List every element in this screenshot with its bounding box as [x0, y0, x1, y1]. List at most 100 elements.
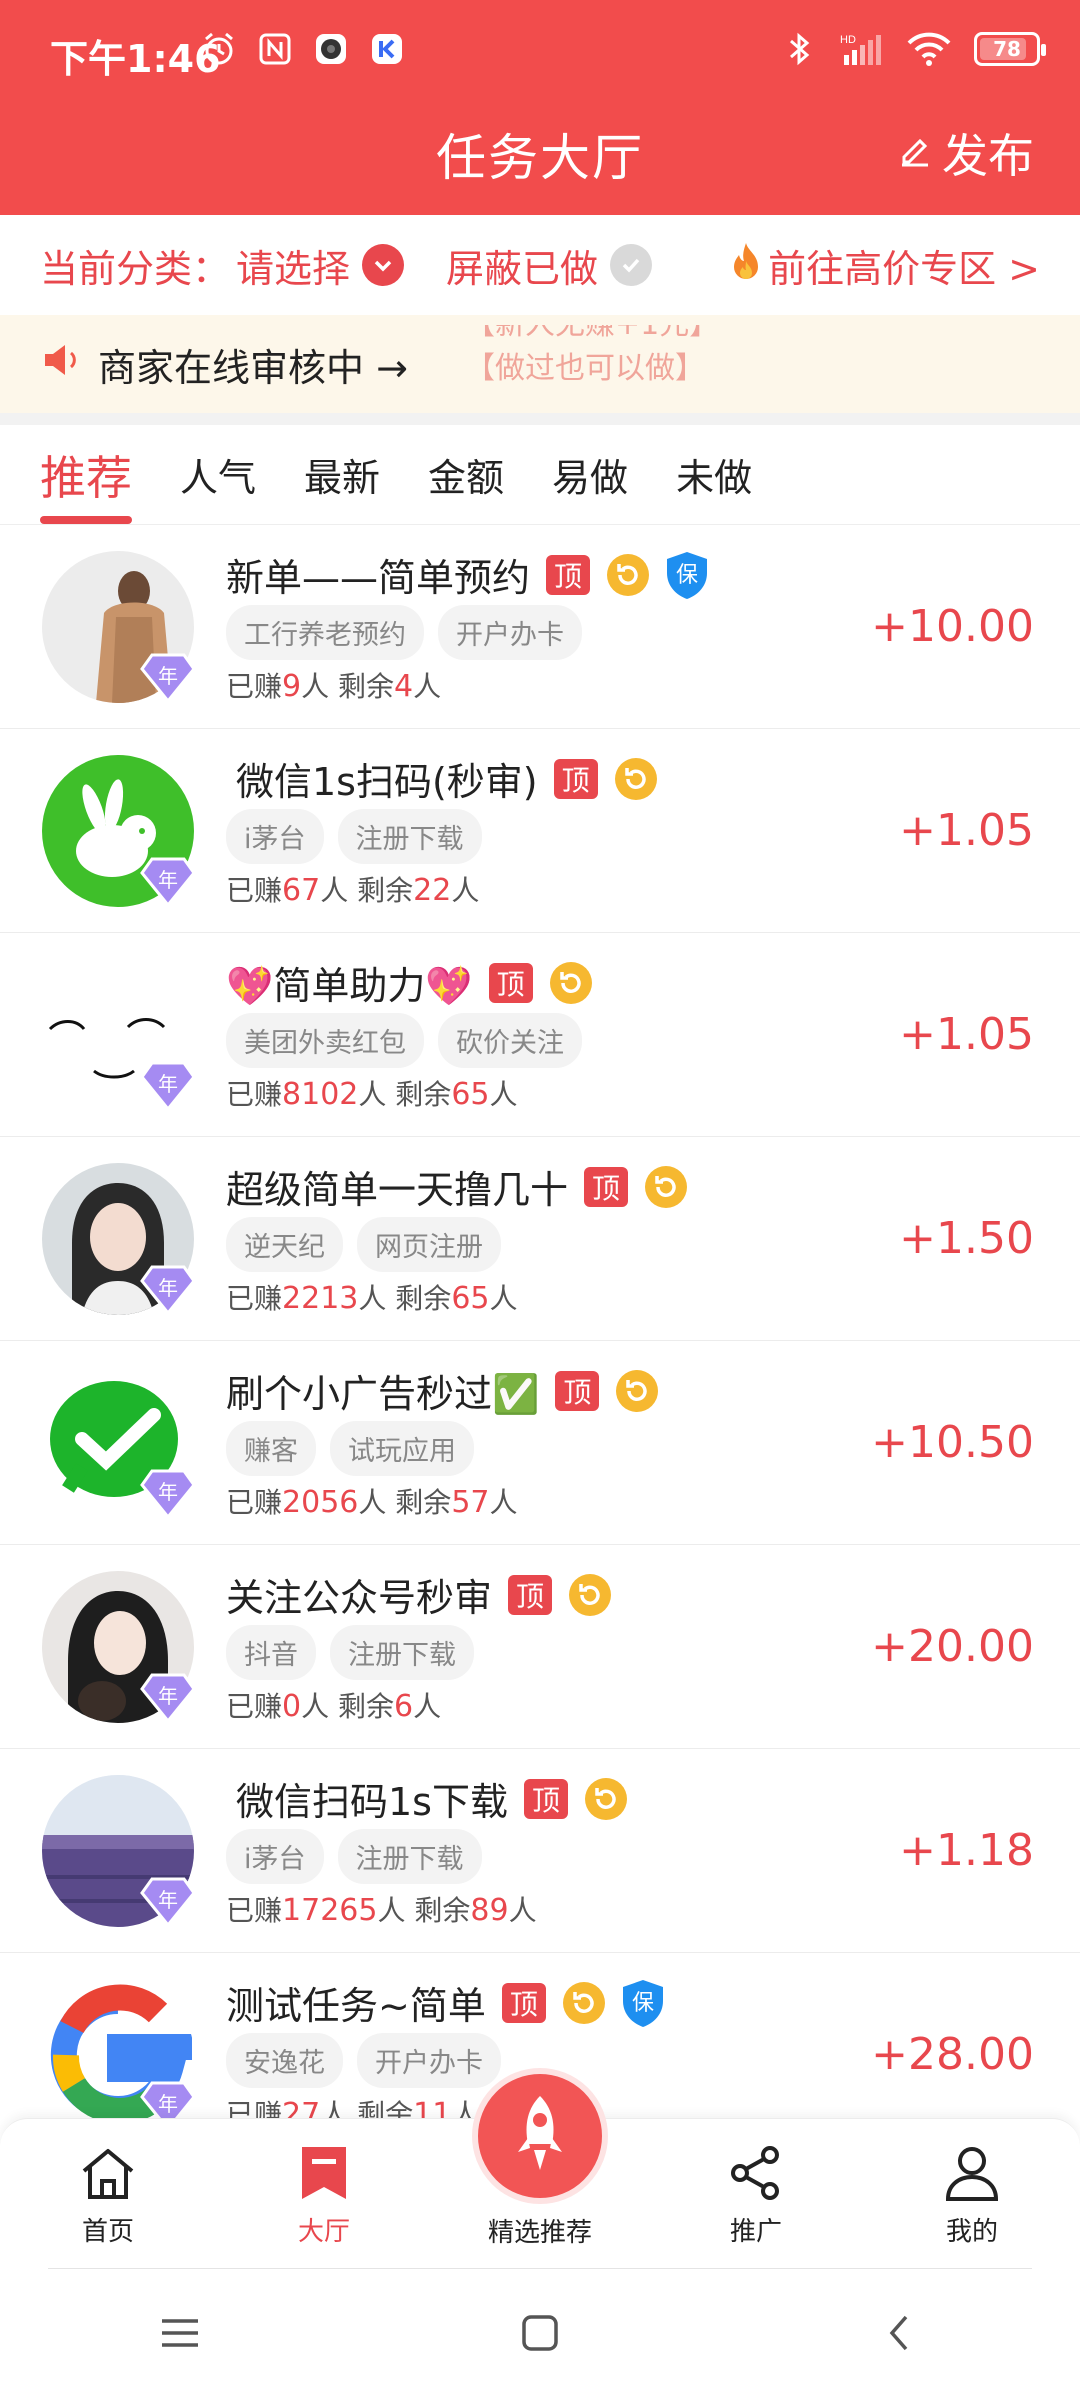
featured-rocket-button[interactable] [472, 2068, 608, 2204]
task-title: 测试任务~简单 [226, 1984, 486, 2028]
task-tag: 美团外卖红包 [226, 1013, 424, 1068]
remain-label: 剩余 [357, 874, 414, 907]
vip-year-badge: 年 [140, 1669, 196, 1725]
task-title-row: 微信扫码1s下载 顶 [236, 1771, 628, 1826]
remain-label: 剩余 [395, 1282, 452, 1315]
task-item[interactable]: 年 关注公众号秒审 顶 抖音 注册下载 已赚0人 剩余6人 +20.00 [0, 1545, 1080, 1749]
vip-year-badge: 年 [140, 1465, 196, 1521]
nav-promote-label: 推广 [729, 2217, 782, 2247]
task-stats: 已赚9人 剩余4人 [226, 665, 441, 705]
earned-count: 17265 [282, 1893, 378, 1928]
task-title-row: 关注公众号秒审 顶 [226, 1567, 612, 1622]
high-price-zone-link[interactable]: 前往高价专区 > [728, 238, 1040, 293]
menu-icon[interactable] [158, 2311, 202, 2359]
task-price: +10.50 [871, 1417, 1034, 1468]
unit-label: 人 [358, 1486, 387, 1519]
home-square-icon[interactable] [518, 2311, 562, 2359]
earned-count: 8102 [282, 1077, 359, 1112]
category-select[interactable]: 请选择 [230, 238, 405, 293]
task-item[interactable]: 年 微信1s扫码(秒审) 顶 i茅台 注册下载 已赚67人 剩余22人 +1.0… [0, 729, 1080, 933]
nav-home[interactable]: 首页 [0, 2119, 216, 2270]
tab-easy[interactable]: 易做 [552, 447, 628, 502]
task-title-row: 💖简单助力💖 顶 [226, 955, 593, 1010]
unit-label: 人 [508, 1894, 537, 1927]
task-stats: 已赚0人 剩余6人 [226, 1685, 441, 1725]
earned-label: 已赚 [226, 1894, 283, 1927]
remain-label: 剩余 [414, 1894, 471, 1927]
task-item[interactable]: 年 刷个小广告秒过✅ 顶 赚客 试玩应用 已赚2056人 剩余57人 +10.5… [0, 1341, 1080, 1545]
task-tag: 逆天纪 [226, 1217, 343, 1272]
fire-icon [728, 241, 764, 290]
alarm-icon [200, 30, 238, 68]
tab-not-done[interactable]: 未做 [676, 447, 752, 502]
nav-hall[interactable]: 大厅 [216, 2119, 432, 2270]
guarantee-label: 保 [632, 1991, 654, 2016]
task-tag: 赚客 [226, 1421, 316, 1476]
task-item[interactable]: 年 超级简单一天撸几十 顶 逆天纪 网页注册 已赚2213人 剩余65人 +1.… [0, 1137, 1080, 1341]
unit-label: 人 [377, 1894, 406, 1927]
battery-icon: 78 [974, 32, 1046, 66]
top-badge: 顶 [488, 962, 533, 1003]
earned-count: 2056 [282, 1485, 359, 1520]
back-icon[interactable] [878, 2311, 922, 2359]
earned-label: 已赚 [226, 1690, 283, 1723]
bluetooth-icon [780, 30, 818, 68]
task-tag: 安逸花 [226, 2033, 343, 2088]
task-tags: 安逸花 开户办卡 [226, 2033, 501, 2088]
unit-label: 人 [301, 1690, 330, 1723]
refresh-icon [562, 1981, 606, 2025]
task-stats: 已赚2056人 剩余57人 [226, 1481, 518, 1521]
remain-label: 剩余 [395, 1078, 452, 1111]
tab-popular[interactable]: 人气 [180, 447, 256, 502]
notice-bar[interactable]: 商家在线审核中 → 【新人无赚+1元】 【做过也可以做】 [0, 315, 1080, 413]
task-item[interactable]: 年 💖简单助力💖 顶 美团外卖红包 砍价关注 已赚8102人 剩余65人 +1.… [0, 933, 1080, 1137]
task-title-row: 微信1s扫码(秒审) 顶 [236, 751, 658, 806]
remain-count: 22 [413, 873, 452, 908]
guarantee-shield-icon: 保 [620, 1978, 666, 2028]
battery-level: 78 [993, 37, 1021, 61]
top-badge: 顶 [553, 758, 598, 799]
task-title: 超级简单一天撸几十 [226, 1168, 569, 1212]
task-item[interactable]: 年 新单——简单预约 顶 保 工行养老预约 开户办卡 已赚9人 剩余4人 +10… [0, 525, 1080, 729]
tab-latest[interactable]: 最新 [304, 447, 380, 502]
camera-app-icon [312, 30, 350, 68]
task-tags: 逆天纪 网页注册 [226, 1217, 501, 1272]
task-price: +1.18 [899, 1825, 1034, 1876]
publish-label: 发布 [942, 129, 1034, 183]
top-badge: 顶 [501, 1982, 546, 2023]
tab-recommend[interactable]: 推荐 [40, 442, 132, 524]
remain-count: 4 [394, 669, 414, 704]
refresh-icon [615, 1369, 659, 1413]
nav-promote[interactable]: 推广 [648, 2119, 864, 2270]
vip-label: 年 [158, 1072, 178, 1096]
app-header: 下午1:46 HD 78 任务大厅 发布 [0, 0, 1080, 215]
remain-count: 57 [451, 1485, 490, 1520]
task-title: 微信扫码1s下载 [236, 1780, 508, 1824]
signal-icon: HD [840, 30, 884, 68]
task-tag: 开户办卡 [438, 605, 582, 660]
hide-done-toggle[interactable]: 屏蔽已做 [446, 238, 653, 293]
nav-mine[interactable]: 我的 [864, 2119, 1080, 2270]
task-item[interactable]: 年 微信扫码1s下载 顶 i茅台 注册下载 已赚17265人 剩余89人 +1.… [0, 1749, 1080, 1953]
task-stats: 已赚2213人 剩余65人 [226, 1277, 518, 1317]
earned-label: 已赚 [226, 1486, 283, 1519]
refresh-icon [606, 553, 650, 597]
task-title-row: 测试任务~简单 顶 保 [226, 1975, 666, 2030]
nav-featured-label: 精选推荐 [487, 2218, 592, 2248]
speaker-icon [42, 342, 84, 387]
task-title-row: 超级简单一天撸几十 顶 [226, 1159, 688, 1214]
nav-divider [48, 2268, 1032, 2269]
vip-label: 年 [158, 1480, 178, 1504]
task-tags: 抖音 注册下载 [226, 1625, 474, 1680]
publish-button[interactable]: 发布 [896, 120, 1034, 186]
tab-amount[interactable]: 金额 [428, 447, 504, 502]
share-icon [724, 2141, 788, 2205]
refresh-icon [584, 1777, 628, 1821]
task-price: +28.00 [871, 2029, 1034, 2080]
task-tags: 工行养老预约 开户办卡 [226, 605, 582, 660]
notice-text: 商家在线审核中 → [98, 345, 408, 390]
high-price-label: 前往高价专区 > [768, 246, 1040, 291]
rocket-icon [510, 2092, 570, 2180]
guarantee-label: 保 [676, 563, 698, 588]
edit-icon [896, 126, 934, 180]
